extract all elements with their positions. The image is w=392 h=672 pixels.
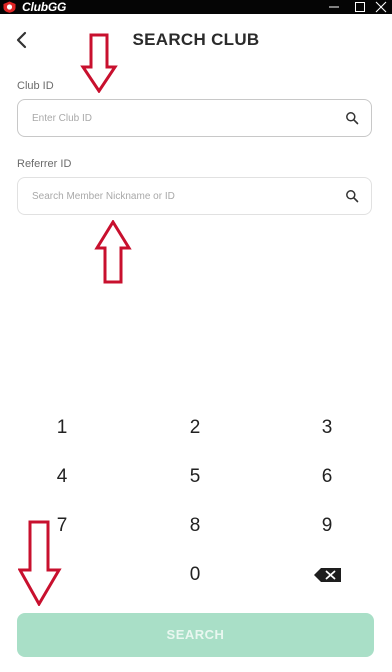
search-button[interactable]: SEARCH	[17, 613, 374, 657]
key-3[interactable]: 3	[287, 408, 367, 448]
referrer-id-input[interactable]	[32, 178, 332, 214]
referrer-id-field[interactable]	[17, 177, 372, 215]
search-icon[interactable]	[345, 189, 359, 203]
key-1[interactable]: 1	[22, 408, 102, 448]
key-0[interactable]: 0	[155, 555, 235, 595]
key-8[interactable]: 8	[155, 506, 235, 546]
arrow-down-icon	[80, 33, 118, 93]
key-6[interactable]: 6	[287, 457, 367, 497]
page-header: SEARCH CLUB	[0, 14, 392, 62]
page-title: SEARCH CLUB	[132, 30, 260, 49]
club-id-field[interactable]	[17, 99, 372, 137]
club-id-label: Club ID	[17, 80, 54, 92]
key-7[interactable]: 7	[22, 506, 102, 546]
referrer-id-label: Referrer ID	[17, 158, 72, 170]
maximize-icon[interactable]	[349, 0, 371, 14]
minimize-icon[interactable]	[323, 0, 345, 14]
key-2[interactable]: 2	[155, 408, 235, 448]
key-4[interactable]: 4	[22, 457, 102, 497]
close-icon[interactable]	[370, 0, 392, 14]
key-9[interactable]: 9	[287, 506, 367, 546]
arrow-up-icon	[94, 220, 132, 284]
search-icon[interactable]	[345, 111, 359, 125]
window-titlebar: ClubGG	[0, 0, 392, 14]
app-name: ClubGG	[22, 0, 67, 14]
key-5[interactable]: 5	[155, 457, 235, 497]
club-id-input[interactable]	[32, 100, 332, 136]
backspace-icon[interactable]	[287, 555, 367, 595]
clubgg-logo-icon	[3, 1, 16, 13]
